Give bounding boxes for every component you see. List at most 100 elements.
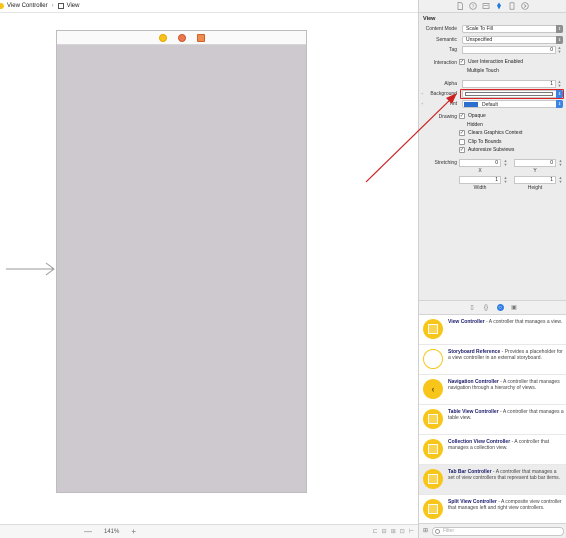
- clears-graphics-checkbox[interactable]: ✓ Clears Graphics Context: [459, 130, 522, 136]
- remove-variation-icon[interactable]: +: [421, 101, 423, 106]
- zoom-in-button[interactable]: +: [131, 527, 136, 536]
- update-frames-icon[interactable]: ⊏: [373, 528, 378, 535]
- svg-text:?: ?: [472, 4, 475, 9]
- library-item-text: Collection View Controller - A controlle…: [448, 439, 550, 451]
- stretching-height-stepper[interactable]: ▲ ▼: [558, 176, 563, 184]
- table-view-controller-icon: [423, 409, 443, 429]
- autoresize-checkbox[interactable]: ✓ Autoresize Subviews: [459, 147, 514, 153]
- clip-to-bounds-checkbox[interactable]: Clip To Bounds: [459, 139, 502, 145]
- drawing-label: Drawing: [438, 114, 457, 120]
- library-item-text: Navigation Controller - A controller tha…: [448, 379, 560, 391]
- library-item-collection-view-controller[interactable]: Collection View Controller - A controlle…: [419, 435, 566, 465]
- alpha-label: Alpha: [444, 81, 457, 87]
- breadcrumb-separator-icon: ›: [51, 3, 54, 9]
- user-interaction-label: User Interaction Enabled: [468, 59, 524, 65]
- stretching-y-stepper[interactable]: ▲ ▼: [558, 159, 563, 167]
- content-mode-value: Scale To Fill: [466, 26, 493, 32]
- stack-icon[interactable]: ⊟: [382, 528, 387, 535]
- file-inspector-icon[interactable]: [456, 2, 464, 10]
- scene-dock: [57, 31, 306, 45]
- hidden-checkbox[interactable]: Hidden: [467, 122, 483, 128]
- library-item-storyboard-reference[interactable]: Storyboard Reference - Provides a placeh…: [419, 345, 566, 375]
- stretching-width-field[interactable]: 1: [459, 176, 501, 184]
- opaque-checkbox[interactable]: ✓ Opaque: [459, 113, 486, 119]
- initial-view-controller-arrow[interactable]: [6, 262, 56, 276]
- content-mode-popup[interactable]: Scale To Fill ⇕: [462, 25, 563, 33]
- library-item-text: Storyboard Reference - Provides a placeh…: [448, 349, 563, 361]
- library-filter-bar: ⊞ Filter: [419, 523, 566, 538]
- library-item-text: Table View Controller - A controller tha…: [448, 409, 564, 421]
- semantic-label: Semantic: [436, 37, 457, 43]
- object-library-icon[interactable]: ○: [496, 304, 504, 311]
- multiple-touch-checkbox[interactable]: Multiple Touch: [467, 68, 499, 74]
- alpha-field[interactable]: 1: [462, 80, 556, 88]
- align-icon[interactable]: ⊞: [391, 528, 396, 535]
- stretching-width-stepper[interactable]: ▲ ▼: [503, 176, 508, 184]
- library-item-table-view-controller[interactable]: Table View Controller - A controller tha…: [419, 405, 566, 435]
- tint-popup[interactable]: Default ⇕: [462, 100, 563, 108]
- content-mode-row: Content Mode Scale To Fill ⇕: [419, 25, 566, 34]
- size-inspector-icon[interactable]: [508, 2, 516, 10]
- user-interaction-checkbox[interactable]: ✓ User Interaction Enabled: [459, 59, 523, 65]
- root-view[interactable]: [57, 45, 306, 492]
- layout-buttons: ⊏ ⊟ ⊞ ⊡ ⊢: [373, 528, 414, 535]
- stretching-x-label: X: [478, 168, 482, 174]
- stretching-height-field[interactable]: 1: [514, 176, 556, 184]
- tag-label: Tag: [448, 47, 457, 53]
- interaction-row: Interaction ✓ User Interaction Enabled: [419, 59, 566, 68]
- breadcrumb: View Controller › View: [0, 0, 418, 13]
- library-item-navigation-controller[interactable]: ‹ Navigation Controller - A controller t…: [419, 375, 566, 405]
- tint-value: Default: [482, 102, 498, 108]
- grid-view-icon[interactable]: ⊞: [423, 528, 429, 534]
- clip-to-bounds-label: Clip To Bounds: [468, 139, 502, 145]
- media-library-icon[interactable]: ▣: [511, 304, 518, 311]
- stretching-y-label: Y: [533, 168, 537, 174]
- library-item-split-view-controller[interactable]: Split View Controller - A composite view…: [419, 495, 566, 523]
- zoom-out-button[interactable]: —: [84, 527, 92, 536]
- inspector-tabs: ?: [419, 0, 566, 13]
- view-controller-scene[interactable]: [56, 30, 307, 493]
- canvas-bottom-bar: — 141% + ⊏ ⊟ ⊞ ⊡ ⊢: [0, 524, 418, 538]
- view-controller-icon[interactable]: [158, 33, 167, 42]
- content-mode-label: Content Mode: [425, 26, 457, 32]
- quick-help-icon[interactable]: ?: [469, 2, 477, 10]
- identity-inspector-icon[interactable]: [482, 2, 490, 10]
- stretching-x-stepper[interactable]: ▲ ▼: [503, 159, 508, 167]
- stretching-y-field[interactable]: 0: [514, 159, 556, 167]
- connections-inspector-icon[interactable]: [521, 2, 529, 10]
- alpha-stepper[interactable]: ▲ ▼: [557, 80, 562, 88]
- stretching-height-label: Height: [527, 185, 543, 191]
- pin-icon[interactable]: ⊡: [400, 528, 405, 535]
- exit-icon[interactable]: [196, 33, 205, 42]
- breadcrumb-item-view[interactable]: View: [67, 3, 80, 9]
- view-icon: [57, 3, 64, 9]
- navigation-controller-icon: ‹: [423, 379, 443, 399]
- zoom-level: 141%: [104, 528, 120, 535]
- multiple-touch-label: Multiple Touch: [467, 68, 499, 74]
- view-controller-icon: [0, 3, 4, 9]
- tag-stepper[interactable]: ▲ ▼: [557, 46, 562, 54]
- chevron-updown-icon: ⇕: [556, 25, 563, 33]
- checkmark-icon: ✓: [459, 112, 465, 119]
- library-item-tab-bar-controller[interactable]: Tab Bar Controller - A controller that m…: [419, 465, 566, 495]
- remove-variation-icon[interactable]: +: [421, 91, 423, 96]
- breadcrumb-item-view-controller[interactable]: View Controller: [7, 3, 48, 9]
- semantic-popup[interactable]: Unspecified ⇕: [462, 36, 563, 44]
- checkmark-icon: ✓: [459, 146, 465, 153]
- semantic-value: Unspecified: [466, 37, 493, 43]
- tag-field[interactable]: 0: [462, 46, 556, 54]
- library-item-text: View Controller - A controller that mana…: [448, 319, 563, 325]
- stretching-x-field[interactable]: 0: [459, 159, 501, 167]
- code-snippet-icon[interactable]: {}: [483, 304, 490, 311]
- library-item-view-controller[interactable]: View Controller - A controller that mana…: [419, 315, 566, 345]
- tint-row: + Tint Default ⇕: [419, 100, 566, 109]
- storyboard-canvas[interactable]: View Controller › View — 141% + ⊏ ⊟ ⊞ ⊡ …: [0, 0, 418, 538]
- xcode-window: View Controller › View — 141% + ⊏ ⊟ ⊞ ⊡ …: [0, 0, 566, 538]
- hidden-label: Hidden: [467, 122, 483, 128]
- first-responder-icon[interactable]: [177, 33, 186, 42]
- attributes-inspector-icon[interactable]: [495, 2, 503, 10]
- filter-input[interactable]: Filter: [432, 527, 564, 536]
- resolve-issues-icon[interactable]: ⊢: [409, 528, 414, 535]
- file-template-icon[interactable]: ▯: [469, 304, 476, 311]
- tint-label: Tint: [448, 101, 457, 107]
